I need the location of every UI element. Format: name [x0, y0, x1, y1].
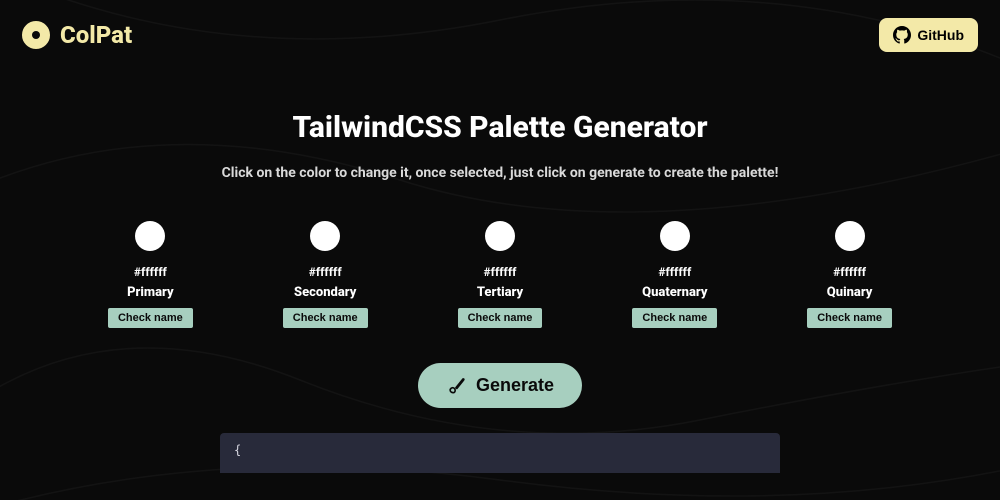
hex-label: #ffffff	[134, 265, 167, 279]
color-circle[interactable]	[135, 221, 165, 251]
check-name-button[interactable]: Check name	[458, 308, 543, 328]
swatch-tertiary: #ffffff Tertiary Check name	[458, 221, 543, 328]
color-circle[interactable]	[660, 221, 690, 251]
color-circle[interactable]	[835, 221, 865, 251]
generate-button[interactable]: Generate	[418, 363, 582, 408]
check-name-button[interactable]: Check name	[807, 308, 892, 328]
role-label: Secondary	[294, 285, 356, 300]
logo[interactable]: ColPat	[22, 21, 132, 49]
main-content: TailwindCSS Palette Generator Click on t…	[0, 70, 1000, 473]
code-line: {	[234, 443, 241, 457]
hex-label: #ffffff	[309, 265, 342, 279]
page-subtitle: Click on the color to change it, once se…	[20, 165, 980, 181]
check-name-button[interactable]: Check name	[632, 308, 717, 328]
role-label: Quaternary	[642, 285, 707, 300]
page-title: TailwindCSS Palette Generator	[20, 110, 980, 145]
hex-label: #ffffff	[833, 265, 866, 279]
swatch-quaternary: #ffffff Quaternary Check name	[632, 221, 717, 328]
swatch-secondary: #ffffff Secondary Check name	[283, 221, 368, 328]
header: ColPat GitHub	[0, 0, 1000, 70]
github-link[interactable]: GitHub	[879, 18, 978, 52]
swatch-quinary: #ffffff Quinary Check name	[807, 221, 892, 328]
color-circle[interactable]	[310, 221, 340, 251]
role-label: Quinary	[827, 285, 873, 300]
hex-label: #ffffff	[658, 265, 691, 279]
github-icon	[893, 26, 911, 44]
logo-icon	[22, 21, 50, 49]
check-name-button[interactable]: Check name	[283, 308, 368, 328]
logo-text: ColPat	[60, 21, 132, 49]
generate-label: Generate	[476, 375, 554, 396]
swatch-primary: #ffffff Primary Check name	[108, 221, 193, 328]
paintbrush-icon	[446, 376, 466, 396]
hex-label: #ffffff	[484, 265, 517, 279]
github-label: GitHub	[917, 27, 964, 43]
role-label: Primary	[127, 285, 174, 300]
swatch-row: #ffffff Primary Check name #ffffff Secon…	[20, 221, 980, 328]
role-label: Tertiary	[477, 285, 523, 300]
color-circle[interactable]	[485, 221, 515, 251]
check-name-button[interactable]: Check name	[108, 308, 193, 328]
code-preview: {	[220, 433, 780, 473]
